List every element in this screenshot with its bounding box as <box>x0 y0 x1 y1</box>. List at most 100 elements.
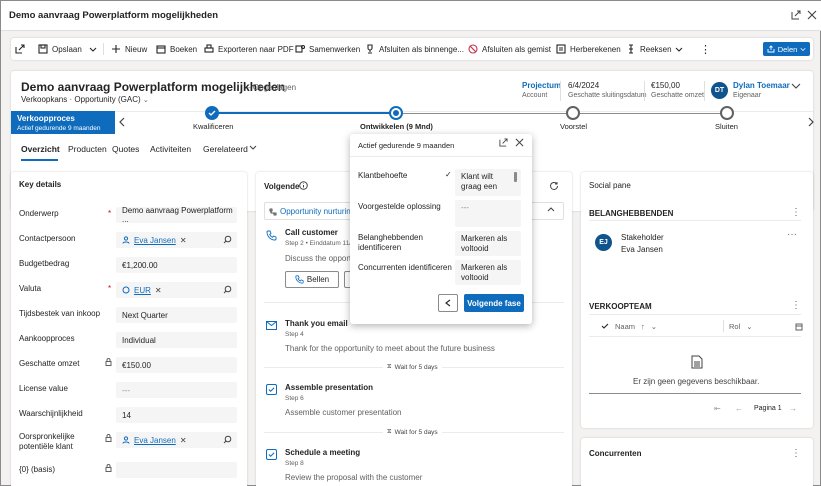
scrollbar-thumb[interactable] <box>514 172 517 182</box>
more-options-icon[interactable]: ⋮ <box>791 300 801 311</box>
account-link[interactable]: Projectum <box>522 81 561 90</box>
page-indicator: Pagina 1 <box>754 405 782 412</box>
stage-develop[interactable]: Ontwikkelen (9 Mnd) <box>360 122 433 131</box>
share-icon <box>767 45 775 53</box>
customer-need-field[interactable]: Klant wilt graag een <box>455 169 521 196</box>
share-button[interactable]: Delen <box>763 42 810 56</box>
tab-related[interactable]: Gerelateerd <box>203 144 248 154</box>
new-button[interactable]: Nieuw <box>111 38 147 60</box>
collaborate-button[interactable]: Samenwerken <box>295 38 360 60</box>
task-icon <box>266 384 277 395</box>
stakeholders-mark-complete[interactable]: Markeren als voltooid <box>455 231 521 256</box>
select-all-check-icon[interactable] <box>601 322 609 330</box>
competitors-mark-complete[interactable]: Markeren als voltooid <box>455 260 521 285</box>
more-options-icon[interactable]: ⋮ <box>791 448 801 459</box>
save-button[interactable]: Opslaan <box>38 38 82 60</box>
more-options-icon[interactable]: ··· <box>787 229 797 240</box>
contact-link[interactable]: Eva Jansen <box>134 236 176 245</box>
currency-lookup[interactable]: EUR ✕ <box>116 282 237 298</box>
stage-pending-dot-icon[interactable] <box>566 106 580 120</box>
stage-qualify[interactable]: Kwalificeren <box>193 122 233 131</box>
stage-complete-check-icon[interactable] <box>205 106 219 120</box>
info-icon[interactable] <box>299 181 308 190</box>
search-icon[interactable] <box>223 235 232 244</box>
close-as-lost-button[interactable]: Afsluiten als gemist <box>468 38 551 60</box>
close-icon[interactable] <box>515 138 524 147</box>
check-icon: ✓ <box>445 170 452 179</box>
chevron-down-icon <box>675 47 683 52</box>
activity-title[interactable]: Schedule a meeting <box>285 448 360 457</box>
first-page-icon[interactable]: ⇤ <box>714 404 721 413</box>
stage-propose[interactable]: Voorstel <box>560 122 587 131</box>
remove-icon[interactable]: ✕ <box>155 286 162 295</box>
open-record-button[interactable] <box>15 38 25 60</box>
bpf-next-button[interactable] <box>807 117 815 127</box>
purchase-process-field[interactable]: Individual <box>116 332 237 348</box>
column-name-header[interactable]: Naam ↑ ⌄ <box>615 322 657 331</box>
currency-link[interactable]: EUR <box>134 286 151 295</box>
column-options-icon[interactable] <box>795 323 803 331</box>
dock-icon[interactable] <box>499 138 508 147</box>
divider <box>723 320 724 332</box>
next-page-icon[interactable]: → <box>789 404 797 413</box>
column-role-header[interactable]: Rol ⌄ <box>729 322 753 331</box>
chevron-down-icon[interactable] <box>249 143 257 151</box>
export-pdf-button[interactable]: Exporteren naar PDF <box>204 38 294 60</box>
activity-title[interactable]: Thank you email <box>285 319 348 328</box>
step-label: Belanghebbenden identificeren <box>358 233 423 252</box>
tab-products[interactable]: Producten <box>68 144 107 154</box>
share-label: Delen <box>777 44 798 54</box>
previous-stage-button[interactable] <box>438 294 458 312</box>
subject-field[interactable]: Demo aanvraag Powerplatform ... <box>116 206 237 224</box>
stage-active-dot-icon[interactable] <box>389 106 403 120</box>
chevron-up-icon[interactable] <box>547 206 555 214</box>
budget-field[interactable]: €1,200.00 <box>116 257 237 273</box>
sequences-dropdown-chevron[interactable] <box>675 38 683 60</box>
form-selector[interactable]: Opportunity (GAC) <box>74 95 140 104</box>
required-asterisk: * <box>108 284 112 293</box>
books-button[interactable]: Boeken <box>156 38 197 60</box>
more-options-icon[interactable]: ⋮ <box>791 207 801 218</box>
process-name-flyout[interactable]: Verkoopproces Actief gedurende 9 maanden <box>11 111 115 134</box>
save-dropdown-chevron[interactable] <box>89 38 97 60</box>
call-button[interactable]: Bellen <box>285 271 339 288</box>
divider <box>560 81 561 101</box>
stakeholder-name[interactable]: Eva Jansen <box>621 245 663 254</box>
previous-page-icon[interactable]: ← <box>735 404 743 413</box>
proposed-solution-field[interactable]: --- <box>455 200 521 227</box>
owner-link[interactable]: Dylan Toemaar <box>733 81 790 90</box>
tab-activities[interactable]: Activiteiten <box>150 144 191 154</box>
license-value-field[interactable]: --- <box>116 382 237 398</box>
contact-lookup[interactable]: Eva Jansen ✕ <box>116 232 237 248</box>
original-lead-link[interactable]: Eva Jansen <box>134 436 176 445</box>
bpf-previous-button[interactable] <box>118 117 126 127</box>
probability-field[interactable]: 14 <box>116 407 237 423</box>
owner-label: Eigenaar <box>733 92 762 99</box>
record-subtitle: Verkoopkans · Opportunity (GAC) ⌄ <box>21 95 149 104</box>
activity-title[interactable]: Call customer <box>285 228 338 237</box>
timeframe-field[interactable]: Next Quarter <box>116 307 237 323</box>
popout-icon[interactable] <box>791 10 801 20</box>
search-icon[interactable] <box>223 435 232 444</box>
close-icon[interactable] <box>807 10 817 20</box>
flyout-header: Actief gedurende 9 maanden <box>358 141 455 150</box>
search-icon[interactable] <box>223 285 232 294</box>
stage-pending-dot-icon[interactable] <box>720 106 734 120</box>
header-expand-chevron[interactable] <box>791 81 801 91</box>
original-lead-lookup[interactable]: Eva Jansen ✕ <box>116 432 237 448</box>
header-field-owner: Dylan Toemaar Eigenaar <box>733 81 790 99</box>
recalculate-button[interactable]: Herberekenen <box>556 38 621 60</box>
close-as-lost-label: Afsluiten als gemist <box>482 44 551 54</box>
tab-quotes[interactable]: Quotes <box>112 144 139 154</box>
activity-title[interactable]: Assemble presentation <box>285 383 373 392</box>
plus-icon <box>112 45 120 53</box>
remove-icon[interactable]: ✕ <box>180 436 187 445</box>
tab-overview[interactable]: Overzicht <box>21 144 60 154</box>
sequences-button[interactable]: Reeksen <box>626 38 672 60</box>
more-commands-icon[interactable]: ⋮ <box>700 38 711 60</box>
close-as-won-button[interactable]: Afsluiten als binnenge... <box>365 38 464 60</box>
remove-icon[interactable]: ✕ <box>180 236 187 245</box>
next-stage-button[interactable]: Volgende fase <box>464 294 524 312</box>
stage-close[interactable]: Sluiten <box>715 122 738 131</box>
refresh-icon[interactable] <box>549 181 559 191</box>
